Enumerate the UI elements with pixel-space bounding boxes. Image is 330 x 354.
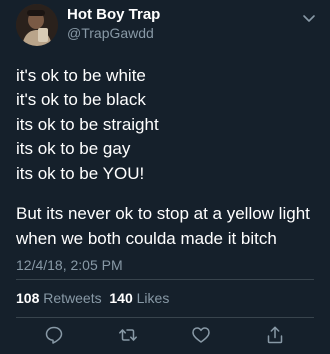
tweet-paragraph: But its never ok to stop at a yellow lig… [16, 204, 310, 248]
tweet-line: it's ok to be black [16, 90, 146, 110]
share-button[interactable] [264, 324, 286, 346]
divider [16, 317, 314, 318]
tweet-timestamp[interactable]: 12/4/18, 2:05 PM [16, 257, 123, 273]
reply-icon [45, 326, 63, 344]
tweet-line: its ok to be gay [16, 139, 131, 159]
reply-button[interactable] [43, 324, 65, 346]
engagement-stats: 108 Retweets 140 Likes [16, 290, 169, 306]
tweet-line: its ok to be YOU! [16, 163, 145, 183]
likes-stat[interactable]: 140 Likes [109, 290, 169, 306]
user-handle[interactable]: @TrapGawdd [67, 24, 160, 42]
share-icon [267, 326, 283, 344]
user-info: Hot Boy Trap @TrapGawdd [67, 6, 160, 42]
retweets-stat[interactable]: 108 Retweets [16, 290, 102, 306]
chevron-down-icon[interactable] [302, 11, 316, 22]
retweets-count: 108 [16, 290, 40, 306]
tweet-line: its ok to be straight [16, 114, 159, 134]
tweet-card: Hot Boy Trap @TrapGawdd it's ok to be wh… [0, 0, 330, 354]
tweet-line: it's ok to be white [16, 66, 146, 85]
likes-label: Likes [136, 290, 170, 306]
tweet-text-lines: it's ok to be white it's ok to be black … [16, 64, 316, 186]
retweet-button[interactable] [117, 324, 139, 346]
heart-icon [192, 327, 210, 343]
avatar-photo-icon [16, 4, 58, 46]
display-name[interactable]: Hot Boy Trap [67, 6, 160, 24]
likes-count: 140 [109, 290, 133, 306]
divider [16, 279, 314, 280]
avatar[interactable] [16, 4, 58, 46]
retweets-label: Retweets [43, 290, 102, 306]
retweet-icon [119, 329, 137, 341]
like-button[interactable] [190, 324, 212, 346]
